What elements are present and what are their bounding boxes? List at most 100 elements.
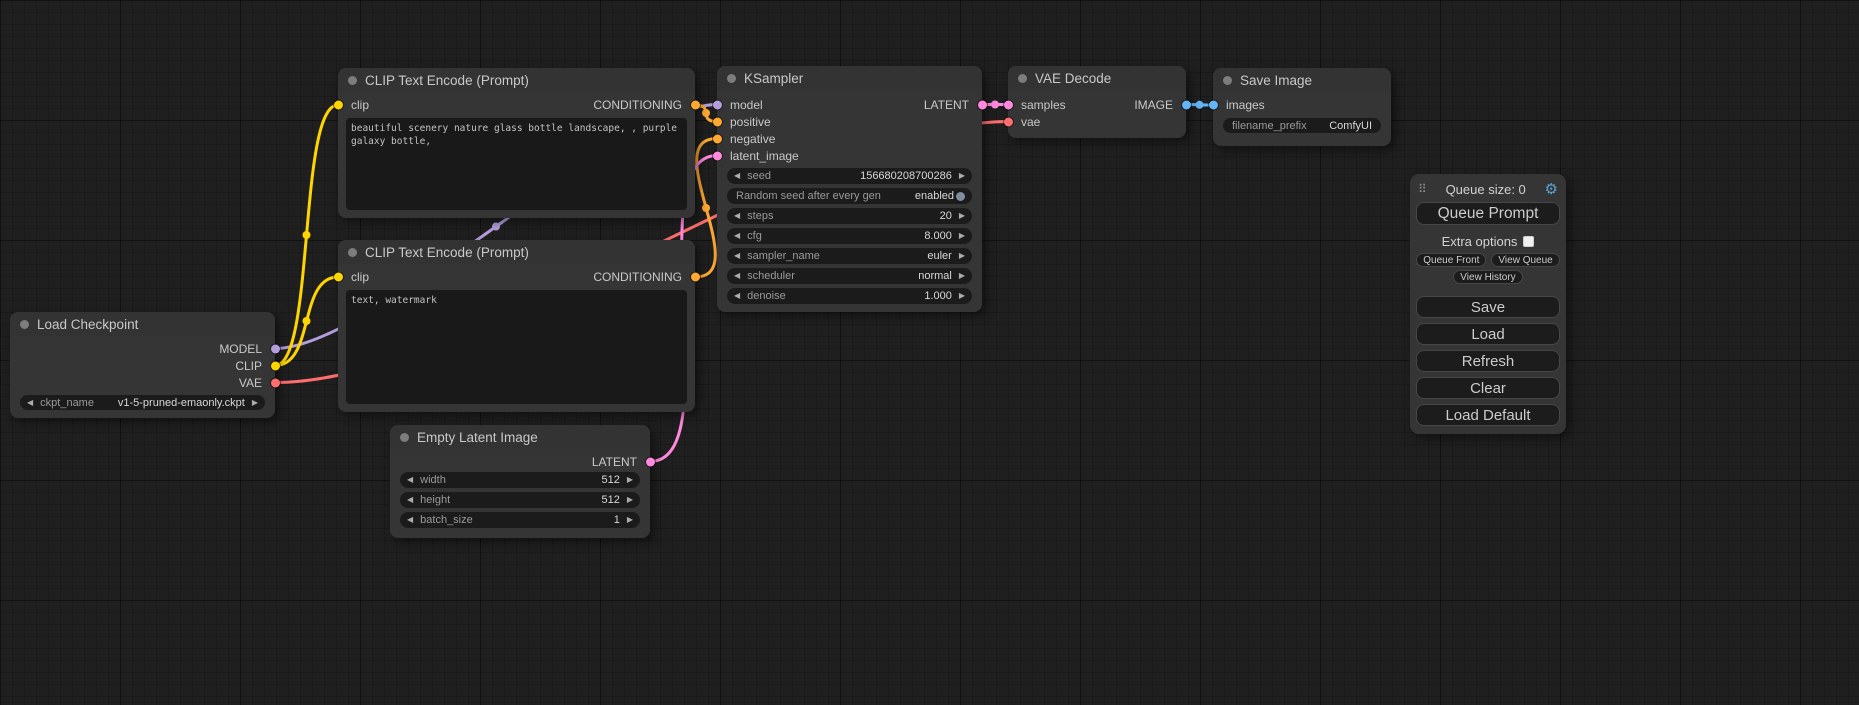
latent-output-port[interactable] [978, 100, 987, 109]
increment-icon[interactable]: ▶ [959, 272, 965, 280]
io-row: images [1213, 96, 1391, 114]
node-clip-text-encode-negative[interactable]: CLIP Text Encode (Prompt) clip CONDITION… [338, 240, 695, 412]
seed-widget[interactable]: ◀ seed 156680208700286 ▶ [727, 168, 972, 184]
decrement-icon[interactable]: ◀ [407, 496, 413, 504]
cfg-widget[interactable]: ◀ cfg 8.000 ▶ [727, 228, 972, 244]
view-queue-button[interactable]: View Queue [1491, 253, 1559, 267]
increment-icon[interactable]: ▶ [959, 252, 965, 260]
steps-widget[interactable]: ◀ steps 20 ▶ [727, 208, 972, 224]
widget-label: ckpt_name [40, 397, 94, 409]
ckpt-name-widget[interactable]: ◀ ckpt_name v1-5-pruned-emaonly.ckpt ▶ [20, 395, 265, 410]
samples-input-port[interactable] [1004, 100, 1013, 109]
collapse-dot[interactable] [1223, 76, 1232, 85]
increment-icon[interactable]: ▶ [252, 399, 258, 407]
node-title-bar[interactable]: Empty Latent Image [390, 425, 650, 449]
load-button[interactable]: Load [1416, 323, 1560, 345]
wire-clip-negative-midpoint-dot [303, 317, 311, 325]
image-output-port[interactable] [1182, 100, 1191, 109]
node-title-bar[interactable]: CLIP Text Encode (Prompt) [338, 240, 695, 264]
clear-button[interactable]: Clear [1416, 377, 1560, 399]
widget-label: denoise [747, 290, 786, 302]
node-title-bar[interactable]: VAE Decode [1008, 66, 1186, 90]
increment-icon[interactable]: ▶ [627, 496, 633, 504]
increment-icon[interactable]: ▶ [959, 172, 965, 180]
positive-input-port[interactable] [713, 117, 722, 126]
decrement-icon[interactable]: ◀ [734, 252, 740, 260]
node-title-bar[interactable]: Load Checkpoint [10, 312, 275, 336]
drag-handle-icon[interactable]: ⠿ [1418, 182, 1427, 196]
conditioning-output-port[interactable] [691, 101, 700, 110]
negative-prompt-textbox[interactable]: text, watermark [346, 290, 687, 404]
increment-icon[interactable]: ▶ [627, 516, 633, 524]
view-history-button[interactable]: View History [1453, 270, 1522, 284]
node-title-bar[interactable]: Save Image [1213, 68, 1391, 92]
node-graph-canvas[interactable]: Load Checkpoint MODEL CLIP VAE ◀ ckpt_na… [0, 0, 1859, 705]
conditioning-output-port[interactable] [691, 273, 700, 282]
queue-prompt-button[interactable]: Queue Prompt [1416, 202, 1560, 225]
latent-output-port[interactable] [646, 457, 655, 466]
node-title: CLIP Text Encode (Prompt) [365, 73, 529, 88]
collapse-dot[interactable] [1018, 74, 1027, 83]
vae-output-port[interactable] [271, 378, 280, 387]
increment-icon[interactable]: ▶ [627, 476, 633, 484]
refresh-button[interactable]: Refresh [1416, 350, 1560, 372]
widget-label: height [420, 494, 450, 506]
node-save-image[interactable]: Save Image images filename_prefix ComfyU… [1213, 68, 1391, 146]
decrement-icon[interactable]: ◀ [734, 232, 740, 240]
toggle-indicator[interactable] [956, 192, 965, 201]
node-vae-decode[interactable]: VAE Decode samples IMAGE vae [1008, 66, 1186, 138]
clip-input-port[interactable] [334, 273, 343, 282]
decrement-icon[interactable]: ◀ [734, 292, 740, 300]
negative-input-port[interactable] [713, 134, 722, 143]
vae-input-label: vae [1021, 115, 1040, 129]
io-row: vae [1008, 113, 1186, 130]
positive-prompt-textbox[interactable]: beautiful scenery nature glass bottle la… [346, 118, 687, 210]
decrement-icon[interactable]: ◀ [734, 172, 740, 180]
decrement-icon[interactable]: ◀ [734, 212, 740, 220]
scheduler-widget[interactable]: ◀ scheduler normal ▶ [727, 268, 972, 284]
queue-menu-panel: ⠿ Queue size: 0 ⚙ Queue Prompt Extra opt… [1410, 174, 1566, 434]
denoise-widget[interactable]: ◀ denoise 1.000 ▶ [727, 288, 972, 304]
node-title: CLIP Text Encode (Prompt) [365, 245, 529, 260]
node-ksampler[interactable]: KSampler model LATENT positive negative … [717, 66, 982, 312]
settings-gear-icon[interactable]: ⚙ [1545, 180, 1558, 198]
conditioning-output-label: CONDITIONING [593, 98, 682, 112]
sampler-name-widget[interactable]: ◀ sampler_name euler ▶ [727, 248, 972, 264]
widget-value: 512 [601, 494, 619, 506]
collapse-dot[interactable] [20, 320, 29, 329]
wire-conditioning-positive-midpoint-dot [702, 109, 710, 117]
node-empty-latent-image[interactable]: Empty Latent Image LATENT ◀ width 512 ▶ … [390, 425, 650, 538]
increment-icon[interactable]: ▶ [959, 292, 965, 300]
collapse-dot[interactable] [727, 74, 736, 83]
collapse-dot[interactable] [348, 248, 357, 257]
node-title-bar[interactable]: KSampler [717, 66, 982, 90]
height-widget[interactable]: ◀ height 512 ▶ [400, 492, 640, 508]
clip-input-port[interactable] [334, 101, 343, 110]
extra-options-checkbox[interactable] [1523, 236, 1534, 247]
latent-image-input-port[interactable] [713, 151, 722, 160]
decrement-icon[interactable]: ◀ [734, 272, 740, 280]
collapse-dot[interactable] [348, 76, 357, 85]
filename-prefix-widget[interactable]: filename_prefix ComfyUI [1223, 118, 1381, 133]
node-load-checkpoint[interactable]: Load Checkpoint MODEL CLIP VAE ◀ ckpt_na… [10, 312, 275, 418]
increment-icon[interactable]: ▶ [959, 232, 965, 240]
collapse-dot[interactable] [400, 433, 409, 442]
clip-output-port[interactable] [271, 361, 280, 370]
load-default-button[interactable]: Load Default [1416, 404, 1560, 426]
node-clip-text-encode-positive[interactable]: CLIP Text Encode (Prompt) clip CONDITION… [338, 68, 695, 218]
queue-front-button[interactable]: Queue Front [1416, 253, 1486, 267]
width-widget[interactable]: ◀ width 512 ▶ [400, 472, 640, 488]
increment-icon[interactable]: ▶ [959, 212, 965, 220]
images-input-port[interactable] [1209, 101, 1218, 110]
node-title-bar[interactable]: CLIP Text Encode (Prompt) [338, 68, 695, 92]
decrement-icon[interactable]: ◀ [27, 399, 33, 407]
model-input-port[interactable] [713, 100, 722, 109]
random-seed-toggle-widget[interactable]: Random seed after every gen enabled [727, 188, 972, 204]
decrement-icon[interactable]: ◀ [407, 476, 413, 484]
wire-conditioning-negative-midpoint-dot [702, 204, 710, 212]
model-output-port[interactable] [271, 344, 280, 353]
vae-input-port[interactable] [1004, 117, 1013, 126]
save-button[interactable]: Save [1416, 296, 1560, 318]
decrement-icon[interactable]: ◀ [407, 516, 413, 524]
batch-size-widget[interactable]: ◀ batch_size 1 ▶ [400, 512, 640, 528]
